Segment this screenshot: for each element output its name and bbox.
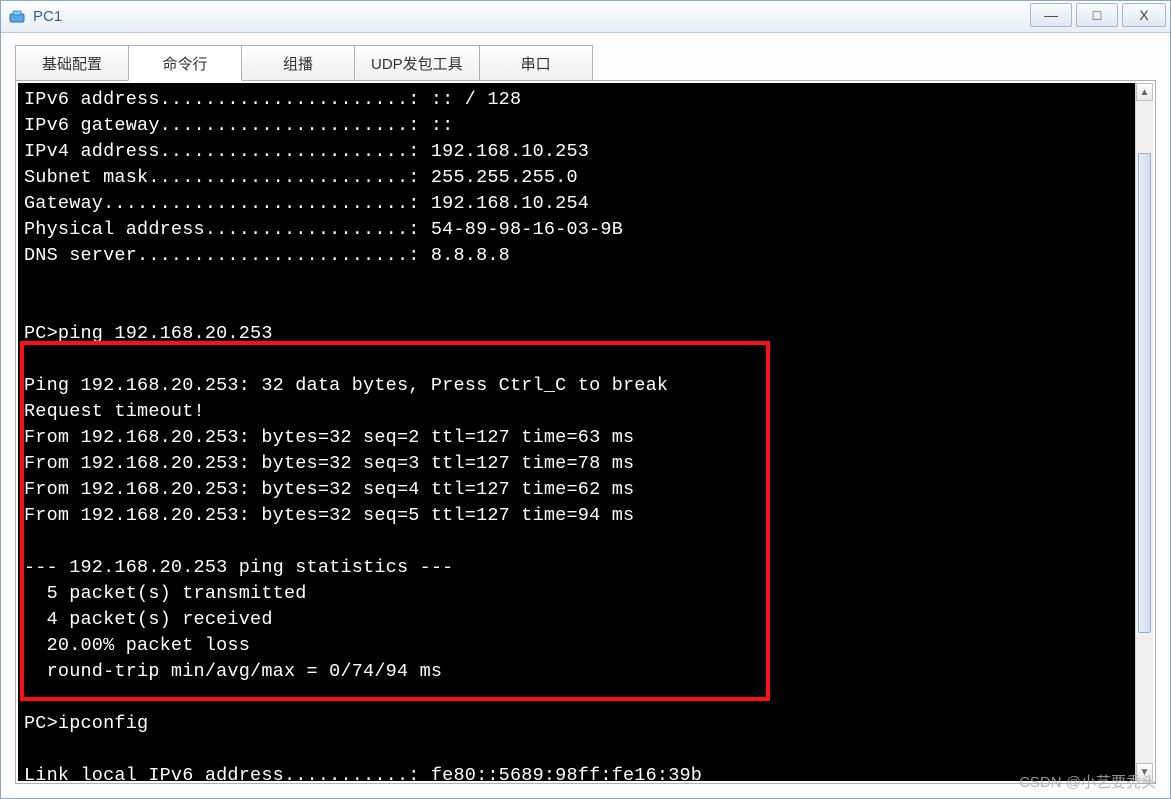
scroll-up-button[interactable]: ▲ xyxy=(1136,83,1153,101)
terminal-line: 5 packet(s) transmitted xyxy=(24,581,1129,607)
terminal-line: Ping 192.168.20.253: 32 data bytes, Pres… xyxy=(24,373,1129,399)
terminal-line: 4 packet(s) received xyxy=(24,607,1129,633)
terminal-line: IPv4 address......................: 192.… xyxy=(24,139,1129,165)
content-area: 基础配置 命令行 组播 UDP发包工具 串口 IPv6 address.....… xyxy=(1,33,1170,784)
terminal-line: From 192.168.20.253: bytes=32 seq=2 ttl=… xyxy=(24,425,1129,451)
app-window: PC1 — □ X 基础配置 命令行 组播 UDP发包工具 串口 IPv6 ad… xyxy=(0,0,1171,799)
terminal-line: IPv6 address......................: :: /… xyxy=(24,87,1129,113)
terminal-line xyxy=(24,737,1129,763)
terminal-line: PC>ping 192.168.20.253 xyxy=(24,321,1129,347)
terminal-output[interactable]: IPv6 address......................: :: /… xyxy=(18,83,1135,781)
terminal-line: From 192.168.20.253: bytes=32 seq=4 ttl=… xyxy=(24,477,1129,503)
terminal-line: IPv6 gateway......................: :: xyxy=(24,113,1129,139)
terminal-line: --- 192.168.20.253 ping statistics --- xyxy=(24,555,1129,581)
tab-basic-config[interactable]: 基础配置 xyxy=(15,45,129,81)
terminal-line xyxy=(24,529,1129,555)
tab-bar: 基础配置 命令行 组播 UDP发包工具 串口 xyxy=(15,45,1156,81)
terminal-line: Request timeout! xyxy=(24,399,1129,425)
terminal-line: From 192.168.20.253: bytes=32 seq=5 ttl=… xyxy=(24,503,1129,529)
app-icon xyxy=(7,7,27,27)
terminal-line xyxy=(24,295,1129,321)
terminal-container: IPv6 address......................: :: /… xyxy=(15,80,1156,784)
terminal-line xyxy=(24,347,1129,373)
terminal-line: Link local IPv6 address...........: fe80… xyxy=(24,763,1129,781)
terminal-line xyxy=(24,685,1129,711)
tab-udp-tool[interactable]: UDP发包工具 xyxy=(354,45,480,81)
tab-serial[interactable]: 串口 xyxy=(479,45,593,81)
tab-multicast[interactable]: 组播 xyxy=(241,45,355,81)
terminal-line: Physical address..................: 54-8… xyxy=(24,217,1129,243)
minimize-button[interactable]: — xyxy=(1030,3,1072,27)
scroll-down-button[interactable]: ▼ xyxy=(1136,763,1153,781)
scrollbar-thumb[interactable] xyxy=(1138,153,1151,633)
scrollbar[interactable]: ▲ ▼ xyxy=(1135,83,1153,781)
tab-command-line[interactable]: 命令行 xyxy=(128,45,242,81)
terminal-line: Subnet mask.......................: 255.… xyxy=(24,165,1129,191)
window-title: PC1 xyxy=(33,8,62,25)
terminal-line: DNS server........................: 8.8.… xyxy=(24,243,1129,269)
terminal-line: PC>ipconfig xyxy=(24,711,1129,737)
terminal-line: Gateway...........................: 192.… xyxy=(24,191,1129,217)
terminal-line: From 192.168.20.253: bytes=32 seq=3 ttl=… xyxy=(24,451,1129,477)
terminal-line xyxy=(24,269,1129,295)
window-controls: — □ X xyxy=(1030,3,1166,27)
terminal-line: 20.00% packet loss xyxy=(24,633,1129,659)
titlebar[interactable]: PC1 — □ X xyxy=(1,1,1170,33)
terminal-line: round-trip min/avg/max = 0/74/94 ms xyxy=(24,659,1129,685)
close-button[interactable]: X xyxy=(1122,3,1166,27)
maximize-button[interactable]: □ xyxy=(1076,3,1118,27)
